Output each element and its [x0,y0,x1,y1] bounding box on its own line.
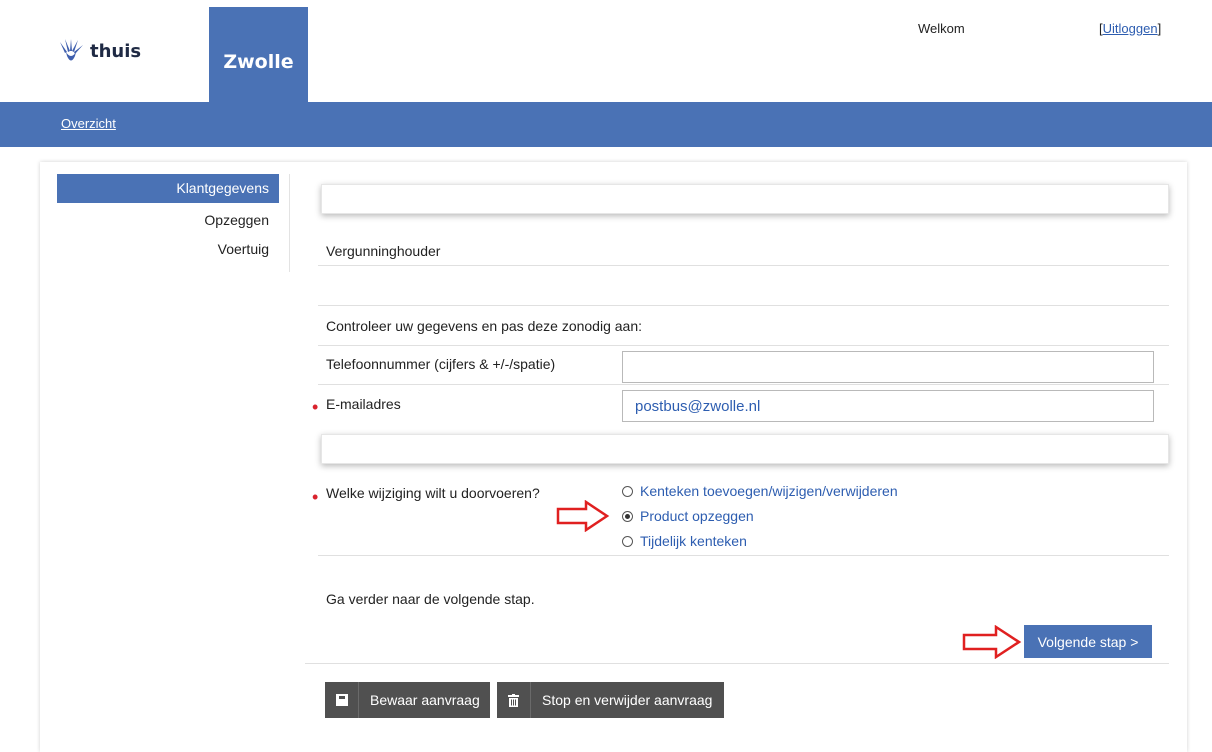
sidebar-item-label: Voertuig [217,241,269,257]
stop-delete-label: Stop en verwijder aanvraag [542,692,713,708]
welcome-text: Welkom [918,21,965,36]
save-request-button[interactable]: Bewaar aanvraag [325,682,490,718]
next-step-button[interactable]: Volgende stap > [1024,625,1152,658]
required-indicator: • [312,397,319,417]
sidebar-divider [289,174,290,272]
stop-delete-request-button[interactable]: Stop en verwijder aanvraag [497,682,724,718]
section-title: Vergunninghouder [326,243,441,259]
radio-button[interactable] [622,485,633,497]
radio-button[interactable] [622,535,633,547]
logo-text: thuis [90,40,142,62]
divider [318,345,1169,346]
sidebar-item-label: Klantgegevens [176,180,269,196]
change-question-label: Welke wijziging wilt u doorvoeren? [326,485,540,501]
navbar: Overzicht [0,102,1212,147]
divider [318,555,1169,556]
required-indicator: • [312,487,319,507]
sidebar-item-klantgegevens[interactable]: Klantgegevens [57,174,279,203]
divider [318,305,1169,306]
divider [318,265,1169,266]
radio-button-selected[interactable] [622,510,633,522]
section-header-bar [321,184,1169,214]
sidebar-item-label: Opzeggen [204,212,269,228]
section-header-bar [321,434,1169,464]
email-input[interactable] [622,390,1154,422]
annotation-arrow-icon [556,500,610,532]
divider [305,663,1169,664]
phone-input[interactable] [622,351,1154,383]
logo[interactable]: thuis [58,38,141,64]
instruction-text: Controleer uw gegevens en pas deze zonod… [326,318,642,334]
radio-option-product-opzeggen[interactable]: Product opzeggen [622,508,754,524]
radio-option-tijdelijk-kenteken[interactable]: Tijdelijk kenteken [622,533,747,549]
bracket-close: ] [1157,21,1162,36]
hand-logo-icon [60,39,83,61]
sidebar-item-voertuig[interactable]: Voertuig [57,241,279,257]
annotation-arrow-icon [962,625,1022,659]
logout-wrapper: [Uitloggen] [1099,21,1161,36]
save-request-label: Bewaar aanvraag [370,692,480,708]
divider [318,384,1169,385]
logout-link[interactable]: Uitloggen [1103,21,1158,36]
trash-icon [497,682,531,718]
radio-label: Kenteken toevoegen/wijzigen/verwijderen [640,483,898,499]
radio-option-kenteken[interactable]: Kenteken toevoegen/wijzigen/verwijderen [622,483,898,499]
radio-label: Tijdelijk kenteken [640,533,747,549]
email-label: E-mailadres [326,396,401,412]
city-tab: Zwolle [209,7,308,103]
save-icon [325,682,359,718]
phone-label: Telefoonnummer (cijfers & +/-/spatie) [326,356,556,372]
city-name: Zwolle [223,51,294,73]
sidebar-item-opzeggen[interactable]: Opzeggen [57,212,279,228]
next-step-hint: Ga verder naar de volgende stap. [326,591,535,607]
nav-overview-link[interactable]: Overzicht [61,116,116,131]
radio-label: Product opzeggen [640,508,754,524]
